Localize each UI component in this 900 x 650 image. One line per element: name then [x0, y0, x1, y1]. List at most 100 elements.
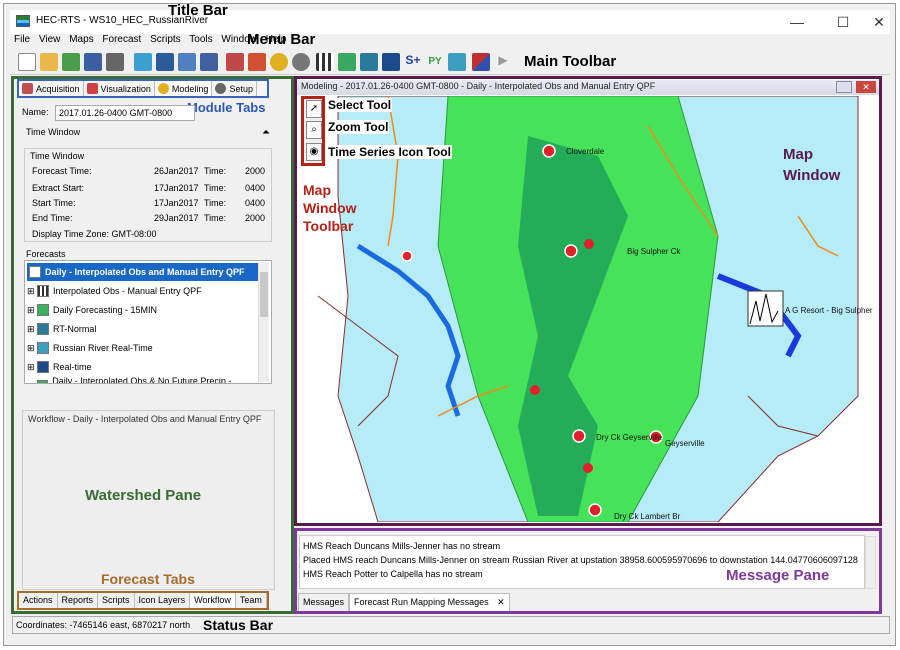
visualization-icon[interactable] [248, 53, 266, 71]
tools-icon[interactable] [226, 53, 244, 71]
zoom-tool-icon[interactable]: ⌕ [306, 121, 322, 139]
forecast-item[interactable]: Daily - Interpolated Obs and Manual Entr… [27, 263, 263, 281]
map-window-title: Modeling - 2017.01.26-0400 GMT-0800 - Da… [297, 80, 879, 95]
expand-icon: ⊞ [27, 381, 35, 384]
place-label: Cloverdale [566, 147, 605, 156]
extract-start-time: 0400 [245, 183, 266, 193]
copy-icon[interactable] [134, 53, 152, 71]
minimize-button[interactable]: — [774, 10, 820, 34]
forecast-label: Daily - Interpolated Obs and Manual Entr… [45, 267, 245, 277]
refresh-icon[interactable] [156, 53, 174, 71]
menu-bar-annotation: Menu Bar [247, 31, 316, 48]
expand-icon: ⊞ [27, 304, 35, 315]
map-icon [36, 380, 49, 383]
open-green-icon[interactable] [62, 53, 80, 71]
time-series-icon[interactable]: ◉ [306, 143, 322, 161]
scroll-thumb[interactable] [260, 272, 268, 317]
place-label: Big Sulpher Ck [627, 247, 681, 256]
close-icon[interactable]: ✕ [856, 81, 876, 93]
app-icon [16, 15, 30, 27]
time-series-tool-annotation: Time Series Icon Tool [327, 145, 452, 159]
map-window-toolbar: ➚ ⌕ ◉ [301, 96, 325, 166]
time-label: Time: [204, 213, 227, 223]
tab-setup[interactable]: Setup [212, 81, 257, 96]
forecast-item[interactable]: ⊞ Daily Forecasting - 15MIN [27, 301, 263, 319]
menu-view[interactable]: View [39, 34, 61, 45]
menu-tools[interactable]: Tools [189, 34, 212, 45]
place-label: Dry Ck Geyserville [596, 433, 663, 442]
s-plus-icon[interactable]: S+ [404, 53, 422, 71]
layers-icon[interactable] [360, 53, 378, 71]
python-icon[interactable]: PY [426, 53, 444, 71]
watershed-pane-annotation: Watershed Pane [85, 487, 202, 504]
modeling-icon[interactable] [270, 53, 288, 71]
zoom-tool-annotation: Zoom Tool [327, 120, 390, 134]
name-field[interactable]: 2017.01.26-0400 GMT-0800 [55, 105, 195, 121]
tab-actions[interactable]: Actions [19, 593, 58, 608]
forecast-item[interactable]: ⊞ RT-Normal [27, 320, 263, 338]
time-window-group [24, 148, 272, 242]
menu-file[interactable]: File [14, 34, 30, 45]
place-label: A G Resort - Big Sulpher [785, 306, 873, 315]
forecast-label: Real-time [53, 362, 92, 372]
display-timezone: Display Time Zone: GMT-08:00 [32, 229, 157, 239]
play-icon[interactable]: ▶ [494, 53, 512, 71]
close-button[interactable]: ✕ [856, 10, 900, 34]
print-icon[interactable] [106, 53, 124, 71]
gear-icon[interactable] [292, 53, 310, 71]
forecast-time-value: 2000 [245, 166, 266, 176]
tab-forecast-run-mapping[interactable]: Forecast Run Mapping Messages ✕ [349, 593, 510, 611]
status-bar-annotation: Status Bar [203, 617, 274, 633]
menu-maps[interactable]: Maps [69, 34, 93, 45]
menu-forecast[interactable]: Forecast [102, 34, 141, 45]
forecast-tabs: Actions Reports Scripts Icon Layers Work… [17, 591, 269, 610]
tab-label: Visualization [100, 83, 151, 94]
tab-messages[interactable]: Messages [298, 593, 350, 611]
tab-scripts[interactable]: Scripts [98, 593, 135, 608]
message-line: Placed HMS reach Duncans Mills-Jenner on… [303, 555, 858, 565]
forecast-item[interactable]: ⊞ Interpolated Obs - Manual Entry QPF [27, 282, 263, 300]
tab-acquisition[interactable]: Acquisition [19, 81, 84, 96]
end-time-label: End Time: [32, 213, 73, 223]
time-window-legend: Time Window [30, 151, 85, 161]
tile-icon[interactable] [200, 53, 218, 71]
save-icon[interactable] [84, 53, 102, 71]
time-label: Time: [204, 183, 227, 193]
map-window-toolbar-annotation: Map Window Toolbar [303, 182, 357, 234]
forecast-time-date: 26Jan2017 [154, 166, 199, 176]
forecasts-label: Forecasts [26, 249, 66, 259]
monitor-icon[interactable] [448, 53, 466, 71]
main-toolbar-annotation: Main Toolbar [524, 53, 617, 70]
close-icon[interactable]: ✕ [497, 597, 505, 607]
tab-team[interactable]: Team [236, 593, 267, 608]
tab-visualization[interactable]: Visualization [84, 81, 155, 96]
tab-reports[interactable]: Reports [58, 593, 99, 608]
message-scrollbar[interactable] [865, 536, 876, 589]
forecast-item[interactable]: ⊞ Daily - Interpolated Obs & No Future Pr… [27, 376, 263, 384]
tab-icon-layers[interactable]: Icon Layers [135, 593, 191, 608]
select-tool-icon[interactable]: ➚ [306, 100, 322, 118]
window-icon[interactable] [178, 53, 196, 71]
open-folder-icon[interactable] [40, 53, 58, 71]
map-icon[interactable] [338, 53, 356, 71]
place-label: Dry Ck Lambert Br [614, 512, 681, 521]
forecast-label: Daily - Interpolated Obs & No Future Pre… [52, 376, 232, 384]
new-icon[interactable] [18, 53, 36, 71]
extract-start-label: Extract Start: [32, 183, 85, 193]
tab-modeling[interactable]: Modeling [154, 81, 213, 96]
restore-icon[interactable] [836, 81, 852, 93]
grid-icon[interactable] [316, 53, 334, 71]
forecasts-scrollbar[interactable] [258, 262, 269, 382]
start-time-label: Start Time: [32, 198, 76, 208]
time-window-header: Time Window [26, 127, 81, 137]
basin-icon[interactable] [382, 53, 400, 71]
module-tabs: Acquisition Visualization Modeling Setup [17, 79, 269, 98]
chart-icon[interactable] [472, 53, 490, 71]
menu-scripts[interactable]: Scripts [150, 34, 181, 45]
tab-workflow[interactable]: Workflow [190, 593, 236, 608]
forecast-item[interactable]: ⊞ Russian River Real-Time [27, 339, 263, 357]
forecast-time-label: Forecast Time: [32, 166, 92, 176]
collapse-icon[interactable]: ⏶ [262, 127, 270, 138]
tab-label: Setup [229, 83, 253, 94]
forecast-item[interactable]: ⊞ Real-time [27, 358, 263, 376]
